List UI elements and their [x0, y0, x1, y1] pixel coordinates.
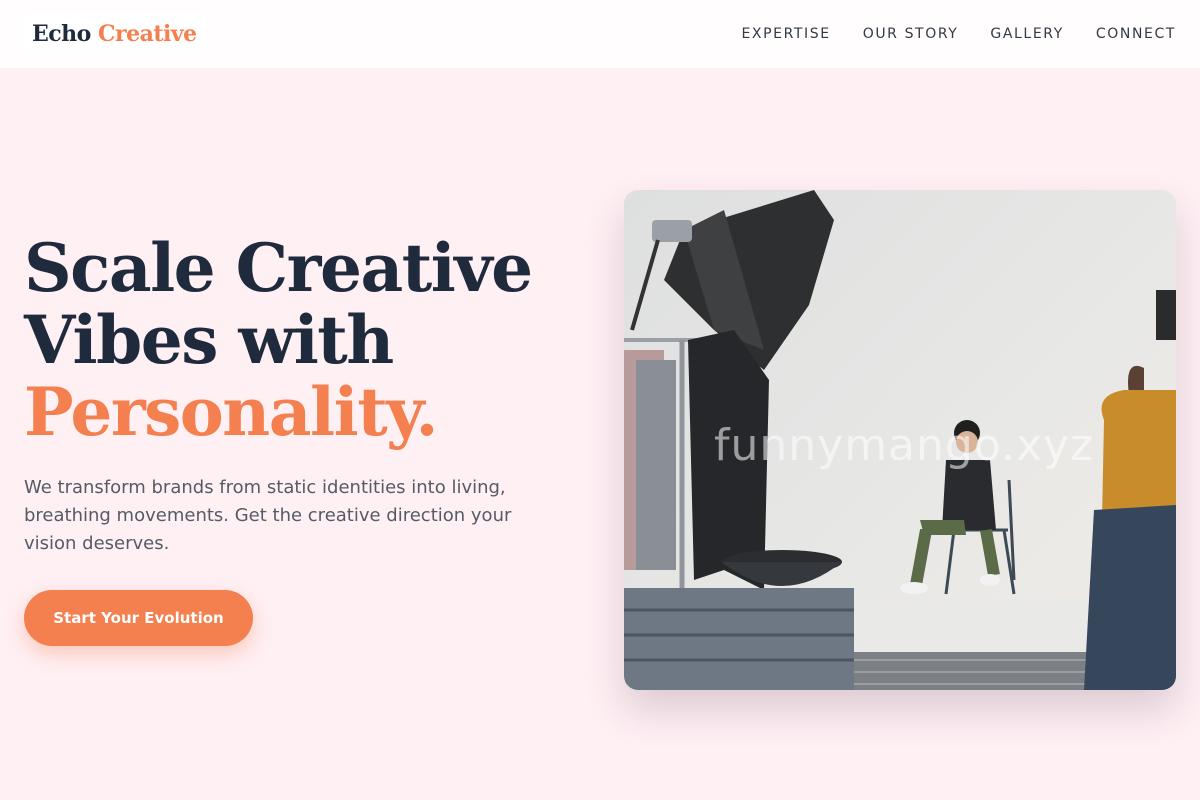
hero-title-accent: Personality. [24, 373, 438, 451]
site-header: Echo Creative EXPERTISE OUR STORY GALLER… [0, 0, 1200, 68]
hero-title-line2: Vibes with [24, 301, 394, 379]
start-evolution-button[interactable]: Start Your Evolution [24, 590, 253, 646]
watermark-text: funnymango.xyz [714, 420, 1095, 471]
nav-item-our-story[interactable]: OUR STORY [863, 26, 959, 42]
main-nav: EXPERTISE OUR STORY GALLERY CONNECT [741, 26, 1176, 42]
hero-title-line1: Scale Creative [24, 229, 533, 307]
nav-item-expertise[interactable]: EXPERTISE [741, 26, 830, 42]
brand-logo[interactable]: Echo Creative [24, 13, 205, 55]
nav-item-gallery[interactable]: GALLERY [990, 26, 1063, 42]
nav-item-connect[interactable]: CONNECT [1096, 26, 1176, 42]
hero-title: Scale Creative Vibes with Personality. [24, 229, 533, 451]
brand-name-part1: Echo [32, 21, 91, 47]
hero-description: We transform brands from static identiti… [24, 477, 512, 554]
brand-name-part2: Creative [98, 21, 197, 47]
